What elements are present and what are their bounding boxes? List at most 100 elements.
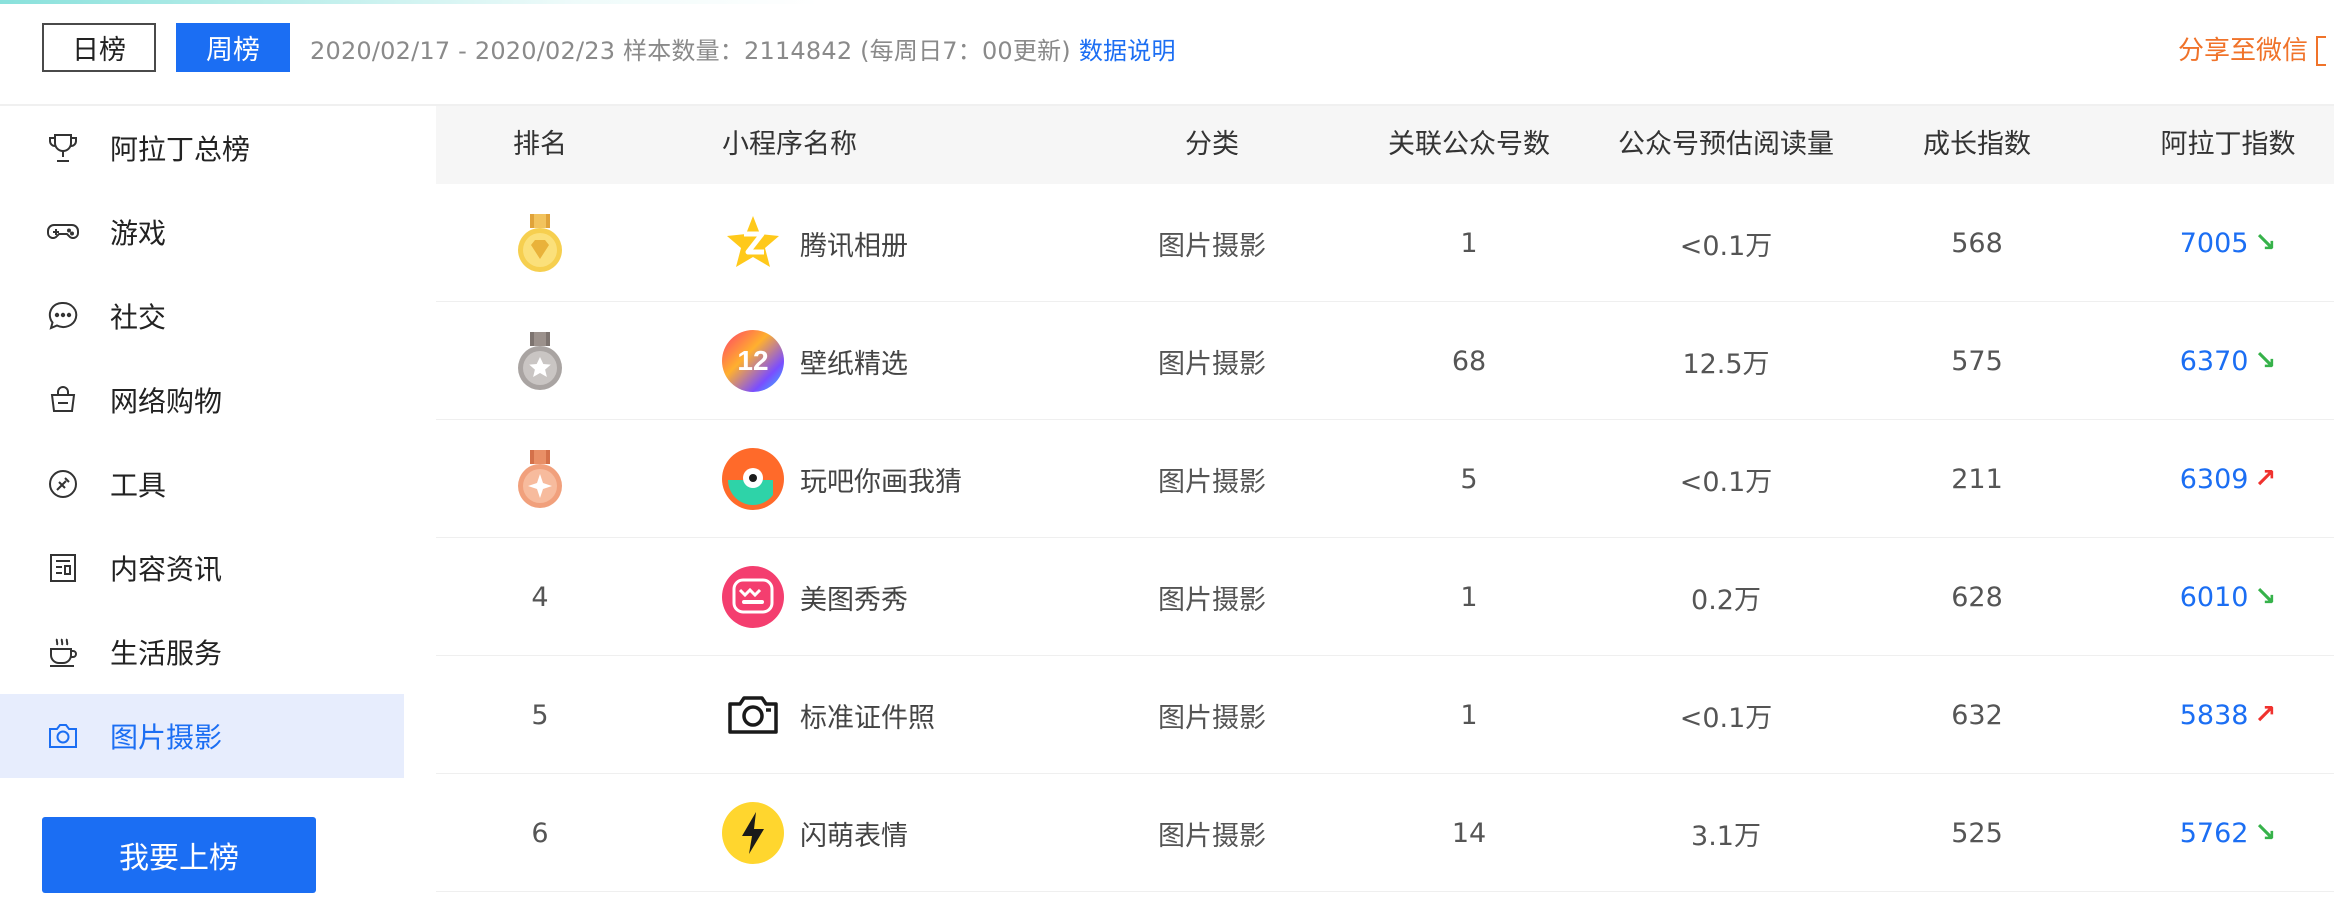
category-cell: 图片摄影: [1158, 466, 1266, 498]
linked-accounts-cell: 14: [1451, 817, 1487, 849]
sidebar-item-label: 阿拉丁总榜: [110, 133, 251, 166]
growth-index-cell: 628: [1951, 581, 2003, 613]
sidebar-item-shopping[interactable]: 网络购物: [0, 358, 404, 442]
rank-cell: [515, 184, 565, 302]
rank-cell: 6: [531, 817, 549, 849]
rank-cell: [515, 302, 565, 420]
column-header-est-reads: 公众号预估阅读量: [1618, 129, 1834, 160]
table-row[interactable]: 4 美图秀秀 图片摄影 1 0.2万 628 6010 ↘: [436, 538, 2334, 656]
app-name: 标准证件照: [800, 702, 935, 734]
aladdin-index-value: 7005: [2179, 227, 2249, 259]
date-range-text: 2020/02/17 - 2020/02/23 样本数量：2114842 (每周…: [310, 37, 1071, 65]
gamepad-icon: [46, 215, 80, 249]
rank-cell: 5: [531, 699, 549, 731]
lightning-icon: [722, 802, 784, 864]
est-reads-cell: <0.1万: [1679, 466, 1773, 498]
growth-index-cell: 211: [1951, 463, 2003, 495]
rank-cell: 4: [531, 581, 549, 613]
aladdin-index-cell: 6370 ↘: [2180, 302, 2277, 420]
coffee-cup-icon: [46, 635, 80, 669]
trend-up-icon: ↗: [2254, 464, 2277, 494]
draw-guess-icon: [722, 448, 784, 510]
growth-index-cell: 632: [1951, 699, 2003, 731]
data-explain-link[interactable]: 数据说明: [1079, 37, 1176, 65]
category-cell: 图片摄影: [1158, 702, 1266, 734]
aladdin-index-cell: 5762 ↘: [2180, 774, 2277, 892]
rank-cell: [515, 420, 565, 538]
est-reads-cell: <0.1万: [1679, 702, 1773, 734]
trend-down-icon: ↘: [2254, 228, 2277, 258]
linked-accounts-cell: 5: [1460, 463, 1478, 495]
wallpaper-icon: 12: [722, 330, 784, 392]
sidebar-item-label: 生活服务: [110, 637, 223, 670]
column-header-growth-index: 成长指数: [1923, 129, 2031, 160]
gold-medal-icon: [515, 212, 565, 274]
table-row[interactable]: 6 闪萌表情 图片摄影 14 3.1万 525 5762 ↘: [436, 774, 2334, 892]
share-wechat-label: 分享至微信: [2178, 36, 2309, 66]
app-name-cell[interactable]: 腾讯相册: [722, 184, 908, 302]
est-reads-cell: 3.1万: [1691, 820, 1761, 852]
est-reads-cell: 12.5万: [1682, 348, 1770, 380]
app-name: 腾讯相册: [800, 230, 908, 262]
app-name-cell[interactable]: 12 壁纸精选: [722, 302, 908, 420]
linked-accounts-cell: 68: [1451, 345, 1487, 377]
table-row[interactable]: 5 标准证件照 图片摄影 1 <0.1万 632 5838 ↗: [436, 656, 2334, 774]
page-root: 日榜 周榜 2020/02/17 - 2020/02/23 样本数量：21148…: [0, 0, 2334, 916]
sidebar-item-overall[interactable]: 阿拉丁总榜: [0, 106, 404, 190]
app-name: 闪萌表情: [800, 820, 908, 852]
aladdin-index-value: 5762: [2179, 817, 2249, 849]
table-header: 排名 小程序名称 分类 关联公众号数 公众号预估阅读量 成长指数 阿拉丁指数: [436, 106, 2334, 184]
sidebar-item-label: 社交: [110, 301, 167, 334]
share-bracket-icon: [2316, 36, 2327, 66]
aladdin-index-cell: 6010 ↘: [2180, 538, 2277, 656]
category-cell: 图片摄影: [1158, 584, 1266, 616]
sidebar-item-life-services[interactable]: 生活服务: [0, 610, 404, 694]
aladdin-index-cell: 5838 ↗: [2180, 656, 2277, 774]
svg-text:12: 12: [737, 345, 768, 376]
ranking-table: 排名 小程序名称 分类 关联公众号数 公众号预估阅读量 成长指数 阿拉丁指数 腾…: [436, 106, 2334, 916]
table-row[interactable]: 玩吧你画我猜 图片摄影 5 <0.1万 211 6309 ↗: [436, 420, 2334, 538]
column-header-app-name: 小程序名称: [722, 129, 857, 160]
app-name-cell[interactable]: 美图秀秀: [722, 538, 908, 656]
shopping-bag-icon: [46, 383, 80, 417]
get-listed-button[interactable]: 我要上榜: [42, 817, 316, 893]
sidebar-item-games[interactable]: 游戏: [0, 190, 404, 274]
app-name: 美图秀秀: [800, 584, 908, 616]
tencent-album-icon: [722, 212, 784, 274]
aladdin-index-value: 6010: [2179, 581, 2249, 613]
tab-daily[interactable]: 日榜: [42, 23, 156, 72]
app-name-cell[interactable]: 玩吧你画我猜: [722, 420, 962, 538]
column-header-aladdin-index: 阿拉丁指数: [2160, 129, 2296, 160]
app-name-cell[interactable]: 标准证件照: [722, 656, 935, 774]
sidebar-item-tools[interactable]: 工具: [0, 442, 404, 526]
column-header-linked-accounts: 关联公众号数: [1388, 129, 1550, 160]
app-name: 玩吧你画我猜: [800, 466, 962, 498]
header-bar: 日榜 周榜 2020/02/17 - 2020/02/23 样本数量：21148…: [0, 0, 2334, 104]
aladdin-index-value: 6309: [2179, 463, 2249, 495]
app-name-cell[interactable]: 闪萌表情: [722, 774, 908, 892]
sidebar-item-label: 网络购物: [110, 385, 223, 418]
sidebar-item-content-news[interactable]: 内容资讯: [0, 526, 404, 610]
sidebar-item-social[interactable]: 社交: [0, 274, 404, 358]
table-row[interactable]: 腾讯相册 图片摄影 1 <0.1万 568 7005 ↘: [436, 184, 2334, 302]
share-wechat-button[interactable]: 分享至微信: [2178, 30, 2327, 67]
aladdin-index-cell: 6309 ↗: [2180, 420, 2277, 538]
tab-weekly[interactable]: 周榜: [176, 23, 290, 72]
date-range-info: 2020/02/17 - 2020/02/23 样本数量：2114842 (每周…: [310, 31, 1176, 66]
table-row[interactable]: 12 壁纸精选 图片摄影 68 12.5万 575 6370 ↘: [436, 302, 2334, 420]
linked-accounts-cell: 1: [1460, 699, 1478, 731]
sidebar: 阿拉丁总榜 游戏 社交 网络购物 工具 内容资讯 生活服务 图片摄影: [0, 106, 404, 916]
sidebar-item-label: 工具: [110, 469, 167, 502]
growth-index-cell: 575: [1951, 345, 2003, 377]
sidebar-item-photography[interactable]: 图片摄影: [0, 694, 404, 778]
news-icon: [46, 551, 80, 585]
category-cell: 图片摄影: [1158, 348, 1266, 380]
silver-medal-icon: [515, 330, 565, 392]
trend-down-icon: ↘: [2254, 346, 2277, 376]
bronze-medal-icon: [515, 448, 565, 510]
camera-icon: [46, 719, 80, 753]
linked-accounts-cell: 1: [1460, 227, 1478, 259]
chat-bubble-icon: [46, 299, 80, 333]
trend-down-icon: ↘: [2254, 582, 2277, 612]
sidebar-item-label: 内容资讯: [110, 553, 223, 586]
